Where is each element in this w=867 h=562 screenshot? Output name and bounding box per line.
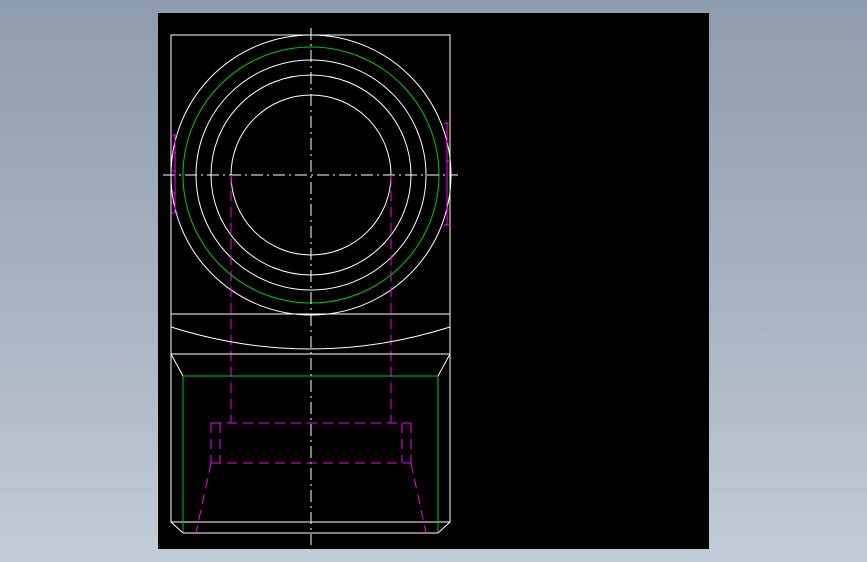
cad-viewport[interactable] bbox=[158, 13, 709, 549]
chamfer-bottom-right bbox=[437, 521, 451, 534]
chamfer-bottom-left bbox=[170, 521, 184, 534]
chamfer-top-right bbox=[437, 353, 451, 377]
top-view bbox=[163, 28, 458, 545]
chamfer-top-left bbox=[170, 353, 184, 377]
cad-drawing bbox=[163, 28, 458, 545]
left-side-marks bbox=[172, 134, 178, 214]
right-side-marks bbox=[444, 122, 450, 226]
